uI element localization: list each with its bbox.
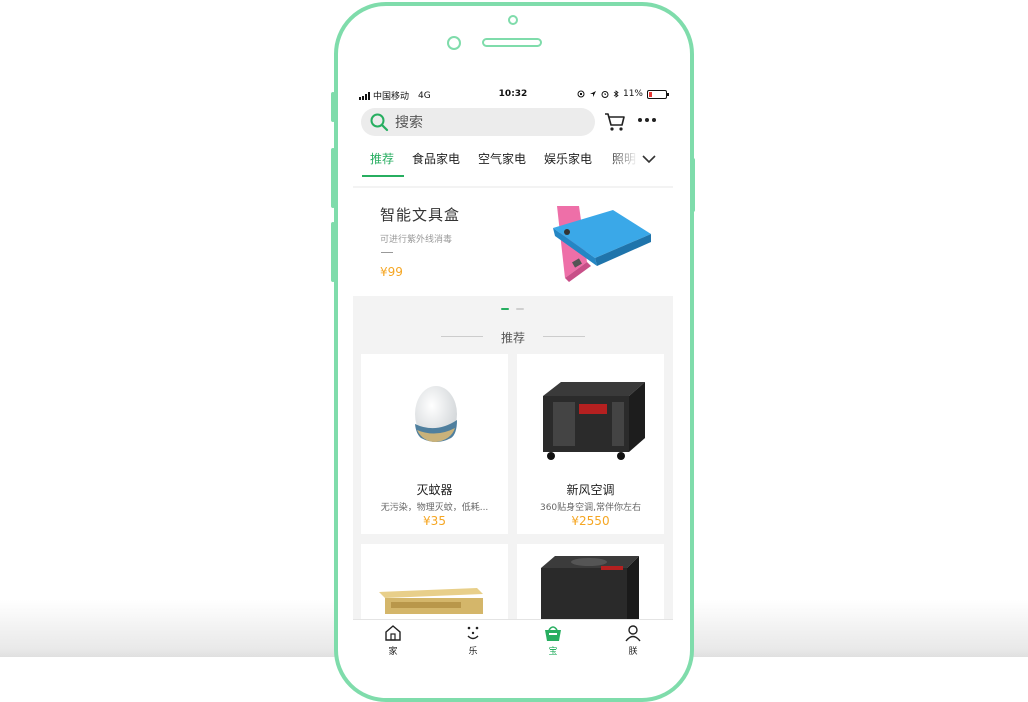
location-icon bbox=[589, 91, 596, 97]
chevron-down-icon[interactable] bbox=[642, 154, 656, 164]
more-icon[interactable] bbox=[638, 118, 656, 122]
appliance-image bbox=[541, 556, 639, 624]
nav-home[interactable]: 家 bbox=[353, 620, 433, 657]
battery-percent: 11% bbox=[622, 89, 643, 99]
tab-underline bbox=[362, 175, 404, 177]
status-bar: 中国移动 4G 10:32 11% bbox=[353, 86, 673, 104]
nav-treasure-label: 宝 bbox=[548, 647, 558, 657]
tab-air-appliances[interactable]: 空气家电 bbox=[478, 150, 526, 167]
carousel-dot[interactable] bbox=[516, 308, 524, 310]
lock-rotation-icon bbox=[577, 90, 585, 98]
product-card[interactable]: 新风空调 360贴身空调,常伴你左右 ¥2550 bbox=[517, 354, 664, 534]
bluetooth-icon bbox=[613, 90, 619, 98]
nav-home-label: 家 bbox=[388, 647, 398, 657]
nav-fun[interactable]: 乐 bbox=[433, 620, 513, 657]
front-camera bbox=[447, 36, 461, 50]
nav-me[interactable]: 朕 bbox=[593, 620, 673, 657]
section-line-right bbox=[543, 336, 585, 337]
heater-image bbox=[379, 588, 483, 614]
product-card[interactable] bbox=[517, 544, 664, 624]
air-conditioner-image bbox=[543, 382, 645, 460]
side-button-mute bbox=[331, 92, 335, 122]
product-name: 灭蚊器 bbox=[416, 483, 453, 497]
product-price: ¥2550 bbox=[571, 514, 610, 528]
section-title: 推荐 bbox=[500, 331, 525, 345]
search-icon bbox=[370, 113, 389, 132]
product-name: 新风空调 bbox=[566, 483, 615, 497]
product-card[interactable] bbox=[361, 544, 508, 624]
side-button-power bbox=[691, 158, 695, 212]
promo-banner[interactable]: 智能文具盒 可进行紫外线消毒 ¥99 bbox=[353, 188, 673, 296]
product-card[interactable]: 灭蚊器 无污染，物理灭蚊，低耗... ¥35 bbox=[361, 354, 508, 534]
pencil-case-image bbox=[553, 206, 651, 282]
tab-fade bbox=[608, 146, 638, 176]
earpiece-speaker bbox=[482, 38, 542, 47]
tab-entertainment-appliances[interactable]: 娱乐家电 bbox=[544, 150, 592, 167]
nav-fun-label: 乐 bbox=[468, 647, 478, 657]
banner-title: 智能文具盒 bbox=[380, 206, 461, 224]
alarm-icon bbox=[601, 91, 609, 98]
home-icon bbox=[385, 625, 401, 641]
side-button-volume-up bbox=[331, 148, 335, 208]
user-icon bbox=[625, 625, 641, 642]
banner-subtitle: 可进行紫外线消毒 bbox=[380, 235, 453, 245]
proximity-sensor bbox=[508, 15, 518, 25]
tab-food-appliances[interactable]: 食品家电 bbox=[412, 150, 460, 167]
screen: 中国移动 4G 10:32 11% 搜索 推荐 食品家电 空气家电 娱乐家电 智… bbox=[353, 86, 673, 657]
product-desc: 无污染，物理灭蚊，低耗... bbox=[380, 503, 489, 513]
product-desc: 360贴身空调,常伴你左右 bbox=[539, 503, 642, 513]
bottom-nav: 家 乐 宝 朕 bbox=[353, 619, 673, 657]
search-input[interactable]: 搜索 bbox=[395, 112, 423, 132]
nav-treasure[interactable]: 宝 bbox=[513, 620, 593, 657]
search-bar[interactable]: 搜索 bbox=[361, 108, 595, 136]
banner-divider bbox=[381, 252, 393, 253]
cart-icon[interactable] bbox=[604, 112, 626, 132]
carousel-indicator bbox=[353, 308, 673, 312]
banner-price: ¥99 bbox=[380, 265, 403, 279]
battery-icon bbox=[647, 89, 669, 99]
product-price: ¥35 bbox=[423, 514, 446, 528]
face-icon bbox=[467, 626, 479, 640]
basket-icon bbox=[545, 626, 561, 641]
category-tabs: 推荐 食品家电 空气家电 娱乐家电 照明 bbox=[353, 146, 673, 177]
header: 搜索 推荐 食品家电 空气家电 娱乐家电 照明 bbox=[353, 104, 673, 186]
carousel-dot-active[interactable] bbox=[501, 308, 509, 310]
mosquito-killer-image bbox=[415, 386, 457, 442]
side-button-volume-down bbox=[331, 222, 335, 282]
nav-me-label: 朕 bbox=[628, 647, 638, 657]
tab-recommend[interactable]: 推荐 bbox=[370, 150, 394, 167]
